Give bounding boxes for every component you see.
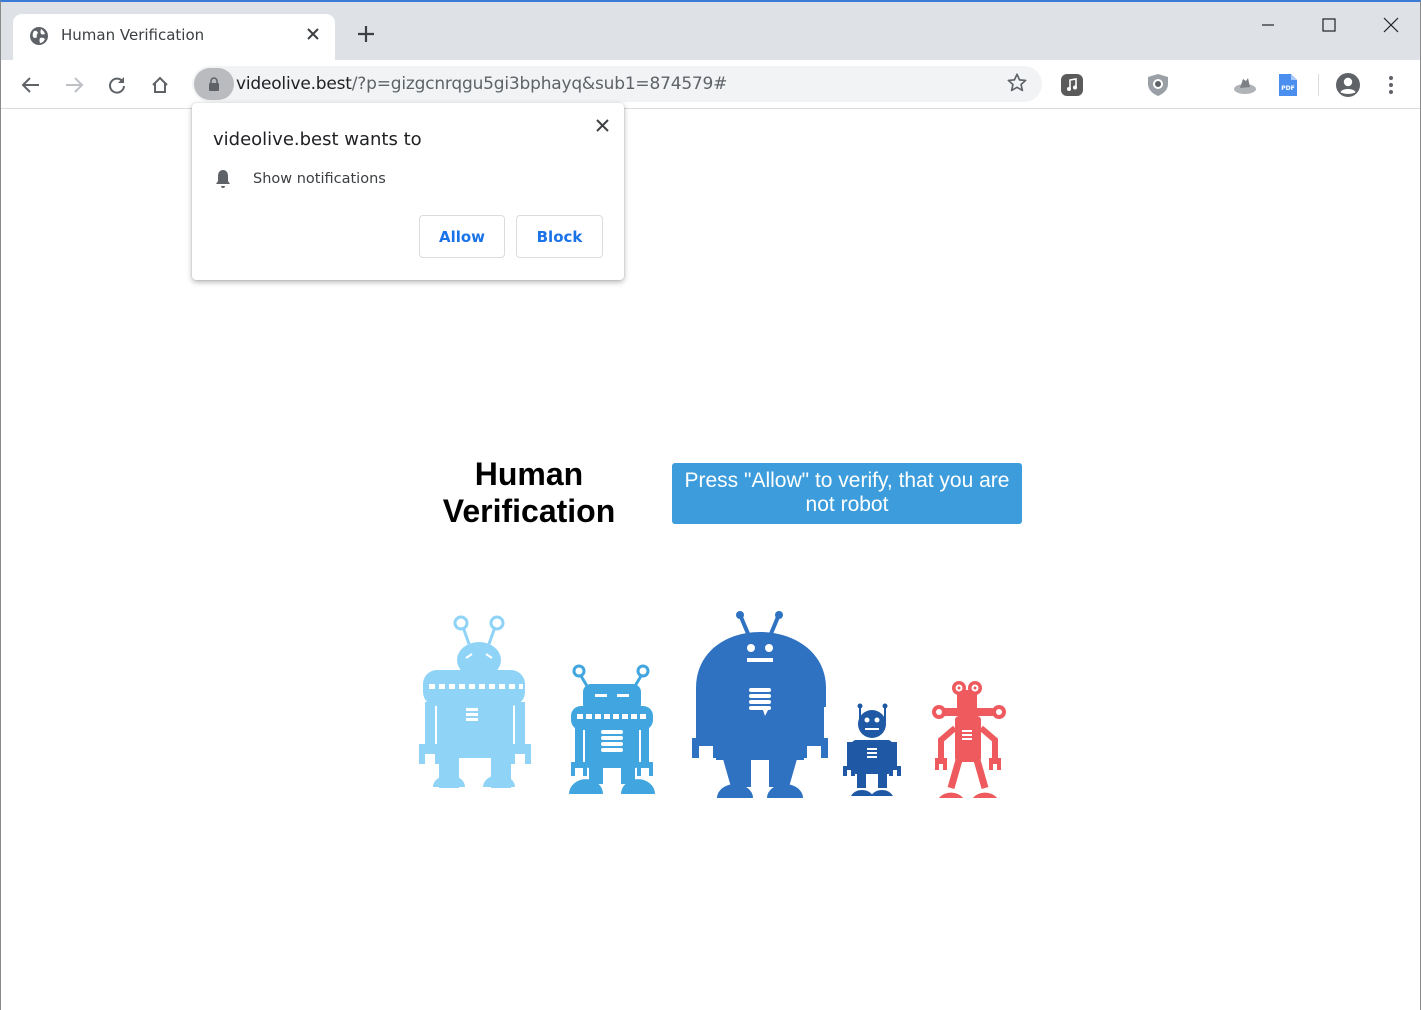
heading-line-2: Verification	[442, 493, 616, 529]
url-path: /?p=gizgcnrqgu5gi3bphayq&sub1=874579#	[351, 74, 728, 94]
bell-icon	[216, 170, 230, 188]
minimize-button[interactable]	[1245, 10, 1291, 40]
more-vert-icon	[1389, 76, 1393, 94]
toolbar: videolive.best/?p=gizgcnrqgu5gi3bphayq&s…	[1, 60, 1420, 109]
arrow-left-icon	[21, 77, 39, 93]
navy-robot	[843, 703, 901, 796]
arrow-right-icon	[66, 77, 84, 93]
robots-illustration	[419, 611, 1006, 798]
close-icon[interactable]	[303, 24, 323, 46]
prompt-close-button[interactable]	[592, 115, 612, 135]
music-icon	[1061, 74, 1083, 96]
sky-blue-robot	[569, 664, 655, 794]
bookmark-button[interactable]	[1006, 72, 1030, 96]
lock-icon	[209, 77, 219, 91]
profile-button[interactable]	[1335, 72, 1361, 98]
home-icon	[152, 76, 168, 93]
minimize-icon	[1262, 24, 1274, 26]
back-button[interactable]	[17, 71, 45, 99]
address-bar[interactable]: videolive.best/?p=gizgcnrqgu5gi3bphayq&s…	[192, 66, 1042, 102]
toolbar-divider	[1318, 74, 1319, 96]
tab-human-verification[interactable]: Human Verification	[13, 14, 335, 60]
page-heading: Human Verification	[419, 456, 639, 530]
home-button[interactable]	[146, 71, 174, 99]
new-tab-button[interactable]	[353, 22, 379, 48]
verify-instruction-banner: Press "Allow" to verify, that you are no…	[672, 463, 1022, 524]
shield-search-icon	[1148, 74, 1168, 96]
menu-button[interactable]	[1378, 72, 1404, 98]
permission-row: Show notifications	[214, 169, 386, 189]
site-info-button[interactable]	[194, 68, 234, 100]
block-button[interactable]: Block	[516, 215, 603, 258]
extension-cloud[interactable]	[1232, 72, 1258, 98]
extension-pdf[interactable]: PDF	[1275, 72, 1301, 98]
allow-button[interactable]: Allow	[419, 215, 505, 258]
pdf-icon: PDF	[1279, 74, 1297, 96]
close-icon	[595, 118, 609, 132]
account-circle-icon	[1336, 73, 1360, 97]
red-robot	[932, 681, 1006, 798]
maximize-button[interactable]	[1306, 10, 1352, 40]
extension-shield[interactable]	[1145, 72, 1171, 98]
svg-text:PDF: PDF	[1281, 85, 1294, 92]
blue-robot	[692, 611, 828, 798]
reload-button[interactable]	[103, 71, 131, 99]
light-blue-robot	[419, 615, 531, 788]
prompt-title: videolive.best wants to	[213, 129, 422, 150]
maximize-icon	[1322, 18, 1336, 32]
tab-title: Human Verification	[61, 26, 205, 44]
url-text[interactable]: videolive.best/?p=gizgcnrqgu5gi3bphayq&s…	[236, 74, 727, 94]
globe-icon	[29, 26, 49, 46]
forward-button[interactable]	[60, 71, 88, 99]
extension-music[interactable]	[1059, 72, 1085, 98]
title-bar: Human Verification	[1, 2, 1420, 60]
star-icon	[1007, 73, 1027, 92]
close-icon	[1383, 17, 1399, 33]
permission-label: Show notifications	[253, 171, 386, 187]
browser-window: Human Verification videolive.best/?p=giz…	[0, 0, 1421, 1010]
notification-permission-prompt: videolive.best wants to Show notificatio…	[192, 103, 624, 280]
plus-icon	[358, 26, 374, 42]
heading-line-1: Human	[474, 456, 584, 492]
reload-icon	[109, 77, 125, 94]
cloud-icon	[1234, 78, 1256, 94]
window-close-button[interactable]	[1368, 10, 1414, 40]
url-host: videolive.best	[236, 74, 352, 94]
